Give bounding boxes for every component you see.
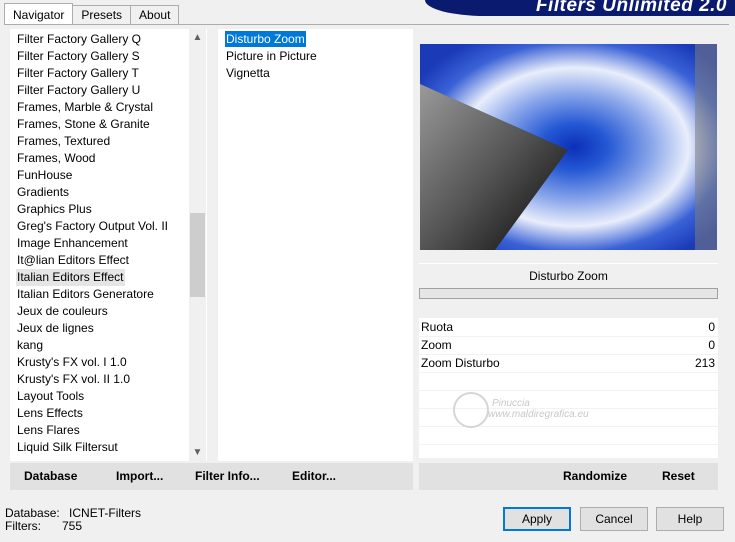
filter-category-item[interactable]: FunHouse	[17, 167, 72, 184]
parameter-row-empty	[419, 444, 718, 463]
parameter-value[interactable]: 0	[708, 318, 715, 336]
filter-category-item[interactable]: Graphics Plus	[17, 201, 92, 218]
app-banner: Filters Unlimited 2.0	[425, 0, 735, 16]
parameter-row[interactable]: Ruota 0	[419, 318, 718, 337]
filter-category-item[interactable]: Krusty's FX vol. I 1.0	[17, 354, 127, 371]
filter-category-item[interactable]: It@lian Editors Effect	[17, 252, 129, 269]
category-scrollbar[interactable]: ▲ ▼	[189, 29, 206, 461]
right-toolbar: Randomize Reset	[419, 463, 718, 490]
parameter-value[interactable]: 0	[708, 336, 715, 354]
scroll-up-icon[interactable]: ▲	[189, 29, 206, 46]
filter-category-item[interactable]: Filter Factory Gallery Q	[17, 31, 141, 48]
database-label: Database:	[5, 506, 60, 520]
cancel-button[interactable]: Cancel	[580, 507, 648, 531]
tab-navigator[interactable]: Navigator	[4, 3, 74, 24]
watermark-line-1: Pinuccia	[492, 398, 530, 409]
parameter-label: Zoom	[421, 338, 452, 352]
randomize-button[interactable]: Randomize	[563, 463, 627, 490]
filter-category-item[interactable]: Filter Factory Gallery U	[17, 82, 140, 99]
effect-name-label: Disturbo Zoom	[419, 263, 718, 288]
parameter-row[interactable]: Zoom Disturbo 213	[419, 354, 718, 373]
filter-category-item[interactable]: Krusty's FX vol. II 1.0	[17, 371, 130, 388]
filter-category-item[interactable]: Lens Effects	[17, 405, 83, 422]
filter-category-item[interactable]: Italian Editors Effect	[16, 269, 125, 286]
effect-item[interactable]: Disturbo Zoom	[225, 31, 306, 47]
parameter-label: Ruota	[421, 320, 454, 334]
filters-label: Filters:	[5, 519, 41, 533]
filters-count: 755	[62, 519, 83, 533]
watermark-text: Pinuccia www.maldiregrafica.eu	[470, 398, 589, 420]
progress-bar	[419, 288, 718, 299]
parameter-row-empty	[419, 426, 718, 445]
effect-item[interactable]: Vignetta	[225, 65, 271, 81]
parameter-row[interactable]: Zoom 0	[419, 336, 718, 355]
filter-category-item[interactable]: Layout Tools	[17, 388, 84, 405]
import-button[interactable]: Import...	[116, 463, 163, 490]
filter-category-item[interactable]: Gradients	[17, 184, 69, 201]
filter-category-item[interactable]: Jeux de lignes	[17, 320, 94, 337]
parameter-panel: Ruota 0 Zoom 0 Zoom Disturbo 213	[419, 318, 718, 463]
preview-graphic	[420, 44, 717, 250]
effect-item[interactable]: Picture in Picture	[225, 48, 318, 64]
filter-category-item[interactable]: kang	[17, 337, 43, 354]
scrollbar-thumb[interactable]	[190, 213, 205, 297]
database-value: ICNET-Filters	[69, 506, 142, 520]
effect-list[interactable]: Disturbo Zoom Picture in Picture Vignetta	[218, 29, 413, 461]
preview-image	[420, 44, 717, 250]
editor-button[interactable]: Editor...	[292, 463, 336, 490]
filter-category-item[interactable]: Frames, Marble & Crystal	[17, 99, 153, 116]
filters-status: Filters: 755	[5, 519, 82, 533]
database-status: Database: ICNET-Filters	[5, 506, 141, 520]
watermark-line-2: www.maldiregrafica.eu	[488, 409, 589, 420]
filter-category-item[interactable]: Image Enhancement	[17, 235, 128, 252]
help-button[interactable]: Help	[656, 507, 724, 531]
left-toolbar: Database Import... Filter Info... Editor…	[10, 463, 413, 490]
filter-category-item[interactable]: Jeux de couleurs	[17, 303, 108, 320]
tab-about[interactable]: About	[130, 5, 180, 24]
tab-presets[interactable]: Presets	[72, 5, 132, 24]
filter-category-item[interactable]: Greg's Factory Output Vol. II	[17, 218, 168, 235]
tab-divider	[4, 24, 729, 25]
filter-category-item[interactable]: Filter Factory Gallery T	[17, 65, 139, 82]
filter-category-list[interactable]: Filter Factory Gallery Q Filter Factory G…	[10, 29, 207, 461]
filter-category-item[interactable]: Italian Editors Generatore	[17, 286, 154, 303]
filter-category-item[interactable]: Liquid Silk Filtersut	[17, 439, 118, 456]
parameter-value[interactable]: 213	[695, 354, 715, 372]
parameter-row-empty	[419, 372, 718, 391]
filter-info-button[interactable]: Filter Info...	[195, 463, 260, 490]
parameter-label: Zoom Disturbo	[421, 356, 500, 370]
database-button[interactable]: Database	[24, 463, 77, 490]
reset-button[interactable]: Reset	[662, 463, 695, 490]
filter-category-item[interactable]: Frames, Textured	[17, 133, 110, 150]
scroll-down-icon[interactable]: ▼	[189, 444, 206, 461]
tab-strip: Navigator Presets About	[4, 3, 180, 25]
filter-category-item[interactable]: Lens Flares	[17, 422, 80, 439]
filter-category-item[interactable]: Filter Factory Gallery S	[17, 48, 140, 65]
banner-title: Filters Unlimited 2.0	[535, 0, 727, 16]
filter-category-item[interactable]: Frames, Stone & Granite	[17, 116, 150, 133]
filter-category-item[interactable]: Frames, Wood	[17, 150, 95, 167]
apply-button[interactable]: Apply	[503, 507, 571, 531]
